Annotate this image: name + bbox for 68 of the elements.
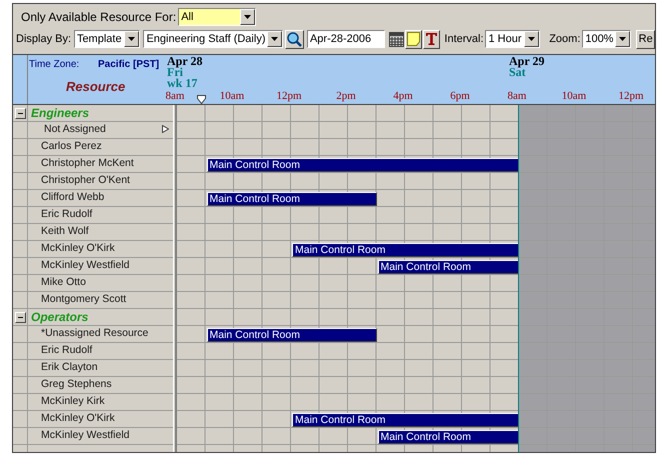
resource-name: McKinley Kirk [40, 394, 105, 410]
week-number: wk 17 [167, 78, 198, 89]
field-label: Display By: [16, 32, 72, 47]
field-label: Only Available Resource For: [21, 9, 176, 26]
dropdown[interactable]: 100% [582, 30, 632, 48]
resource-name: Not Assigned [43, 122, 106, 138]
caret-icon [124, 31, 139, 47]
group-heading: Operators [30, 309, 88, 326]
date-field[interactable]: Apr-28-2006 [306, 30, 385, 48]
resource-name: Christopher O'Kent [40, 173, 130, 188]
time-label: 10am [220, 91, 244, 102]
resource-name: Erik Clayton [40, 360, 98, 376]
time-label: 8am [166, 91, 184, 102]
dropdown[interactable]: Template [74, 30, 140, 48]
time-label: 10am [562, 91, 586, 102]
dropdown[interactable]: Engineering Staff (Daily) [143, 30, 284, 48]
booking-bar[interactable]: Main Control Room [206, 328, 376, 342]
time-label: 2pm [336, 91, 356, 102]
resource-name: McKinley Westfield [40, 428, 130, 444]
time-label: 8am [508, 91, 526, 102]
time-zone-label: Time Zone: [29, 58, 80, 72]
collapse-button[interactable] [14, 108, 26, 118]
resource-name: Christopher McKent [40, 156, 134, 172]
booking-bar[interactable]: Main Control Room [378, 260, 519, 274]
time-label: 12pm [618, 91, 644, 102]
caret-icon [524, 31, 538, 47]
resource-name: Carlos Perez [40, 139, 102, 154]
caret-icon [615, 31, 630, 47]
resource-name: McKinley Westfield [40, 258, 130, 274]
caret-icon [267, 31, 282, 47]
booking-bar[interactable]: Main Control Room [206, 158, 519, 172]
search-button[interactable] [285, 30, 304, 48]
resource-name: Mike Otto [40, 275, 86, 290]
toolbar-button[interactable]: Re [636, 30, 655, 48]
booking-bar[interactable]: Main Control Room [292, 413, 519, 427]
day-date: Apr 28 [167, 56, 202, 67]
booking-bar[interactable]: Main Control Room [206, 192, 376, 206]
collapse-button[interactable] [14, 312, 26, 322]
field-label: Interval: [444, 32, 484, 47]
minus-icon [18, 316, 22, 318]
caret-icon [240, 9, 256, 25]
resource-name: Clifford Webb [40, 190, 104, 206]
resource-name: Keith Wolf [40, 224, 89, 240]
resource-name: Greg Stephens [40, 377, 112, 392]
time-zone-value: Pacific [PST] [98, 58, 160, 72]
resource-name: Montgomery Scott [40, 292, 126, 308]
time-label: 12pm [276, 91, 302, 102]
booking-bar[interactable]: Main Control Room [378, 430, 519, 444]
field-label: Zoom: [549, 32, 580, 47]
note-icon[interactable] [405, 30, 422, 48]
day-name: Fri [167, 67, 183, 78]
column-heading: Resource [66, 78, 126, 96]
calendar-icon[interactable] [388, 30, 404, 48]
resource-name: Eric Rudolf [40, 207, 92, 222]
resource-name: McKinley O'Kirk [40, 241, 115, 256]
resource-name: McKinley O'Kirk [40, 411, 115, 426]
resource-name: *Unassigned Resource [40, 326, 148, 342]
dropdown[interactable]: All [178, 8, 256, 26]
group-heading: Engineers [30, 105, 90, 122]
minus-icon [18, 112, 22, 114]
day-date: Apr 29 [509, 56, 544, 67]
text-format-icon[interactable] [423, 30, 440, 48]
time-label: 4pm [393, 91, 413, 102]
booking-bar[interactable]: Main Control Room [292, 243, 519, 257]
resource-name: Eric Rudolf [40, 343, 92, 358]
day-name: Sat [509, 67, 526, 78]
dropdown[interactable]: 1 Hour [485, 30, 540, 48]
time-label: 6pm [450, 91, 470, 102]
